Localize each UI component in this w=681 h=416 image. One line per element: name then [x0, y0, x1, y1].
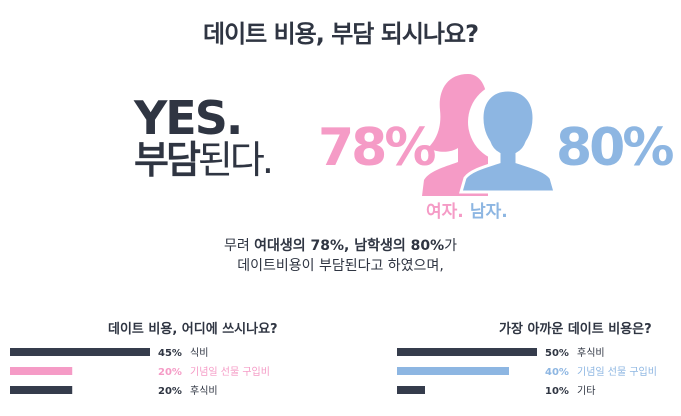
- bar-value-label-spending-1: 20%: [158, 367, 182, 378]
- bar-spending-1: [10, 367, 73, 375]
- bar-category-label-wasteful-2: 기타: [577, 385, 595, 397]
- bar-value-label-wasteful-2: 10%: [545, 386, 569, 397]
- bar-wasteful-1: [397, 367, 509, 375]
- bar-charts: 45% 식비 20% 기념일 선물 구입비 20% 후식비 50% 후식비 40% 기념일 선물 …: [10, 347, 657, 397]
- bar-spending-2: [10, 386, 73, 394]
- bar-value-label-spending-2: 20%: [158, 386, 182, 397]
- bar-value-label-wasteful-1: 40%: [545, 367, 569, 378]
- bar-category-label-spending-0: 식비: [190, 347, 208, 359]
- bar-wasteful-2: [397, 386, 425, 394]
- bar-category-label-spending-1: 기념일 선물 구입비: [190, 365, 270, 378]
- bar-value-label-wasteful-0: 50%: [545, 348, 569, 359]
- bar-category-label-wasteful-0: 후식비: [577, 347, 605, 359]
- bar-spending-0: [10, 348, 150, 356]
- bar-category-label-wasteful-1: 기념일 선물 구입비: [577, 365, 657, 378]
- bar-value-label-spending-0: 45%: [158, 348, 182, 359]
- bar-wasteful-0: [397, 348, 537, 356]
- bar-category-label-spending-2: 후식비: [190, 385, 218, 397]
